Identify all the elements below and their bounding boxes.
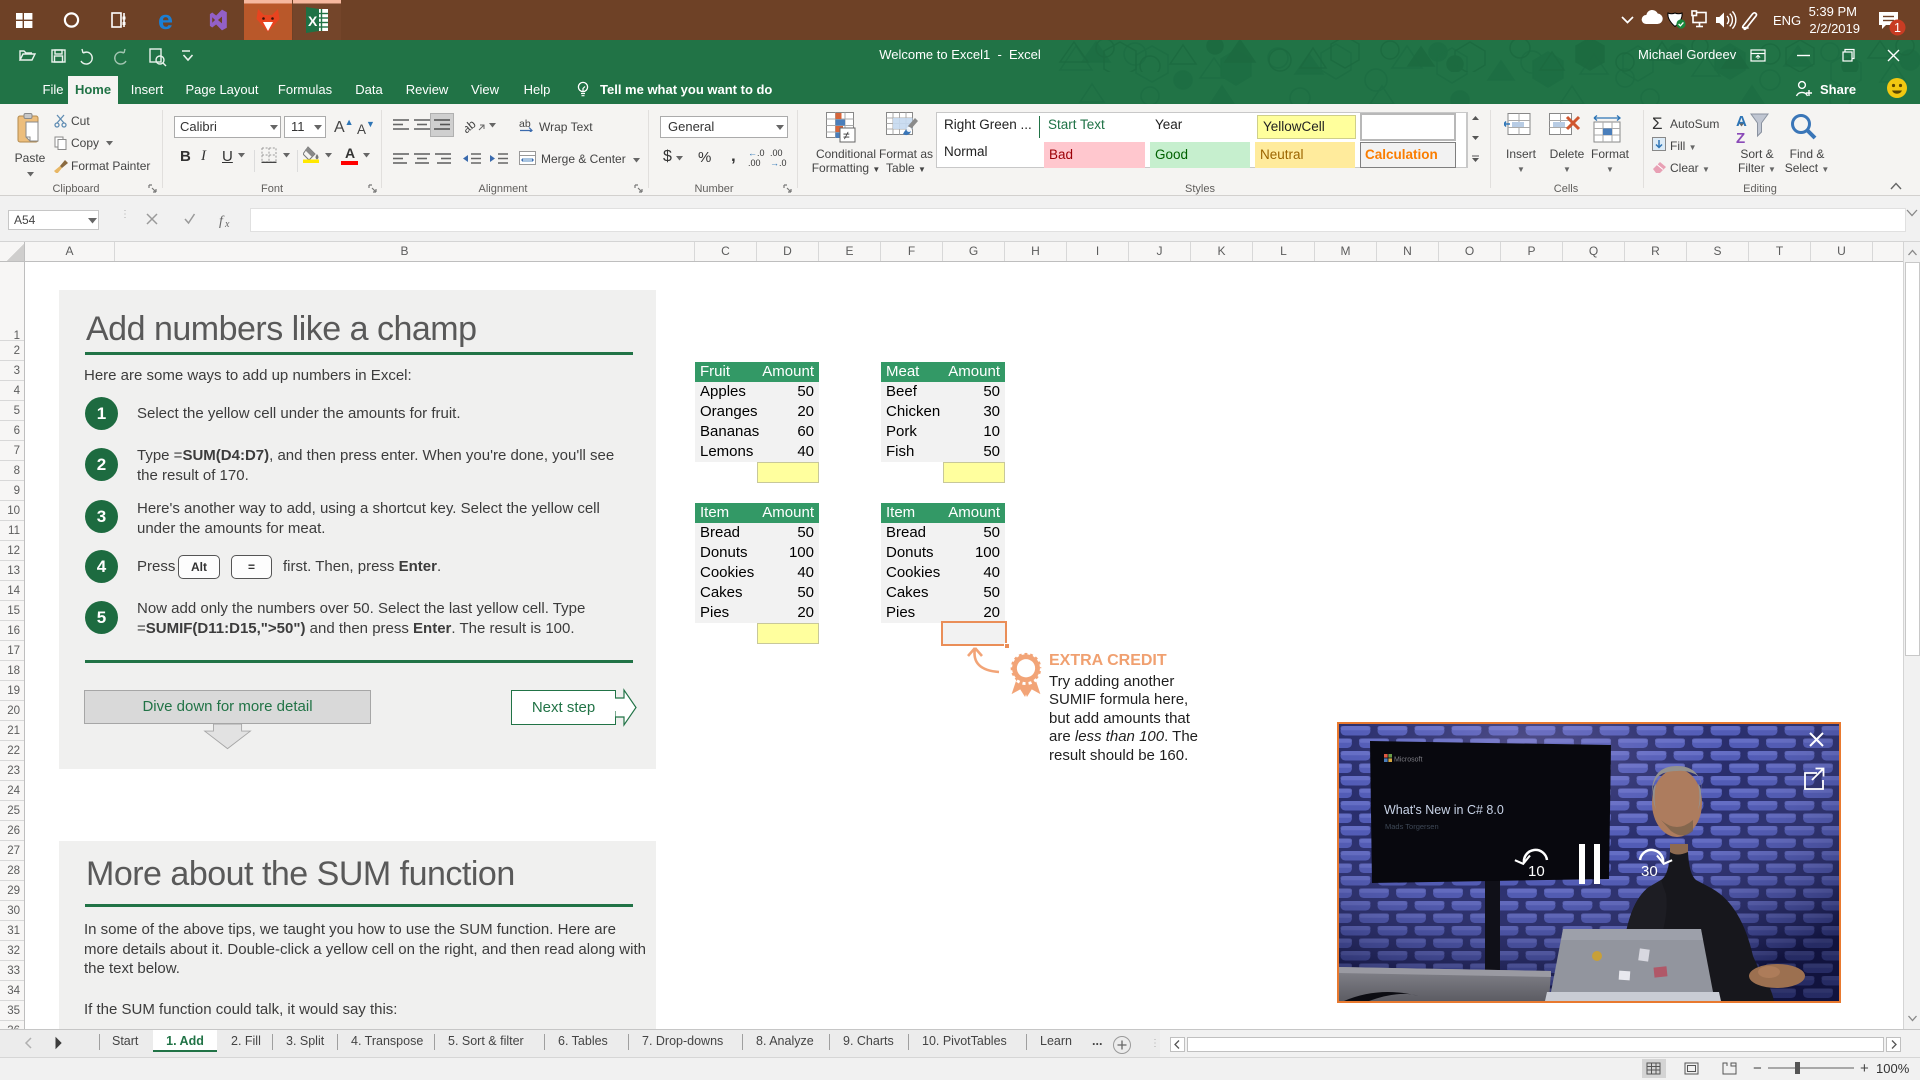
svg-text:30: 30 <box>1641 863 1658 880</box>
svg-text:ENG: ENG <box>1773 13 1801 28</box>
svg-text:X: X <box>308 13 318 29</box>
svg-text:10: 10 <box>1528 863 1545 880</box>
svg-text:e: e <box>158 5 173 35</box>
svg-text:A: A <box>1736 113 1747 130</box>
svg-text:What's New in C# 8.0: What's New in C# 8.0 <box>1384 803 1504 817</box>
svg-text:Mads Torgersen: Mads Torgersen <box>1385 822 1439 831</box>
svg-text:Microsoft: Microsoft <box>1394 757 1422 764</box>
svg-text:2/2/2019: 2/2/2019 <box>1809 21 1860 36</box>
svg-text:x: x <box>224 219 230 230</box>
svg-text:≠: ≠ <box>843 129 850 143</box>
svg-text:ab: ab <box>465 117 479 133</box>
svg-text:1: 1 <box>1894 21 1901 35</box>
svg-text:5:39 PM: 5:39 PM <box>1809 4 1857 19</box>
svg-text:Z: Z <box>1736 130 1745 145</box>
